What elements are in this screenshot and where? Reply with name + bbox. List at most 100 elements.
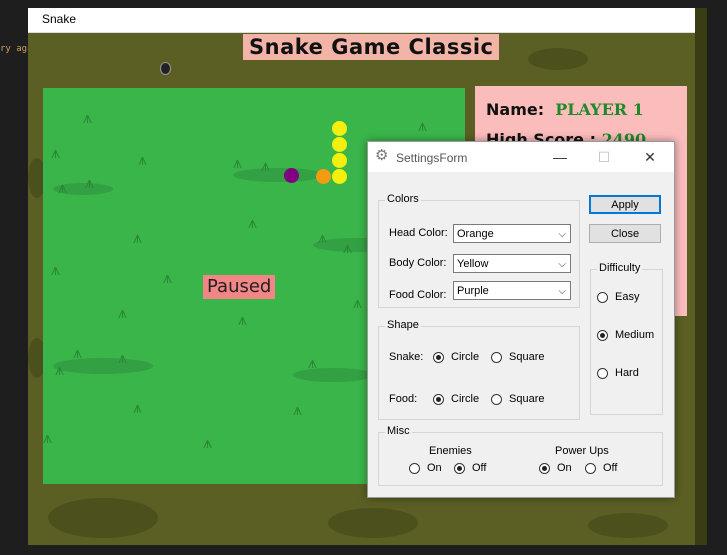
maximize-button[interactable]: ☐ [590,146,618,168]
grass-tuft: ⩚ [293,400,303,419]
difficulty-medium-label: Medium [615,329,655,341]
grass-tuft: ⩚ [118,348,128,367]
snake-shape-label: Snake: [389,351,424,363]
grass-tuft: ⩚ [85,173,95,192]
difficulty-hard-radio[interactable] [597,368,608,379]
snake-head [316,169,331,184]
name-label: Name: [486,100,545,119]
grass-tuft: ⩚ [133,398,143,417]
grass-tuft: ⩚ [343,238,353,257]
colors-group-label: Colors [385,193,421,205]
grass-tuft: ⩚ [138,150,148,169]
chevron-down-icon: ⌵ [558,229,566,240]
shape-group: Shape Snake: Circle Square Food: Circle … [378,319,580,420]
settings-dialog: ⚙ SettingsForm — ☐ ✕ Colors Head Color: … [367,141,675,498]
grass-tuft: ⩚ [308,353,318,372]
player-name: PLAYER 1 [555,100,644,119]
grass-tuft: ⩚ [83,108,93,127]
powerups-off-radio[interactable] [585,463,596,474]
grass-tuft: ⩚ [118,303,128,322]
grass-tuft: ⩚ [238,310,248,329]
grass-tuft: ⩚ [318,228,328,247]
paused-label: Paused [203,275,276,299]
enemies-off-radio[interactable] [454,463,465,474]
close-button[interactable]: Close [589,224,661,243]
grass-shadow [293,368,373,382]
rock-sprite [160,62,171,75]
grass-tuft: ⩚ [233,153,243,172]
misc-group: Misc Enemies On Off Power Ups On Off [378,425,663,486]
snake-body-segment [332,153,347,168]
grass-tuft: ⩚ [418,116,428,135]
grass-tuft: ⩚ [58,178,68,197]
snake-circle-label: Circle [451,351,480,363]
body-color-select[interactable]: Yellow ⌵ [453,254,571,273]
difficulty-group-label: Difficulty [597,262,643,274]
grass-tuft: ⩚ [248,213,258,232]
game-title: Snake Game Classic [243,34,500,60]
grass-tuft: ⩚ [73,343,83,362]
powerups-on-label: On [557,462,572,474]
grass-shadow [53,358,153,374]
grass-tuft: ⩚ [133,228,143,247]
grass-tuft: ⩚ [55,360,65,379]
settings-titlebar[interactable]: ⚙ SettingsForm — ☐ ✕ [368,142,674,172]
window-border [695,8,707,545]
window-titlebar[interactable]: Snake [28,8,695,33]
difficulty-easy-radio[interactable] [597,292,608,303]
enemies-on-label: On [427,462,442,474]
dirt-patch [588,513,668,538]
body-color-label: Body Color: [389,257,447,269]
difficulty-medium-radio[interactable] [597,330,608,341]
close-window-button[interactable]: ✕ [636,146,664,168]
grass-tuft: ⩚ [43,428,53,447]
difficulty-hard-label: Hard [615,367,639,379]
snake-square-radio[interactable] [491,352,502,363]
snake-square-label: Square [509,351,545,363]
grass-tuft: ⩚ [261,156,271,175]
food-circle-radio[interactable] [433,394,444,405]
colors-group: Colors Head Color: Orange ⌵ Body Color: … [378,193,580,308]
grass-tuft: ⩚ [51,143,61,162]
dirt-patch [328,508,418,538]
chevron-down-icon: ⌵ [558,286,566,297]
shape-group-label: Shape [385,319,421,331]
misc-group-label: Misc [385,425,412,437]
food-color-label: Food Color: [389,289,447,301]
grass-shadow [233,168,323,182]
window-title: Snake [42,12,77,26]
food-color-select[interactable]: Purple ⌵ [453,281,571,300]
name-row: Name: PLAYER 1 [486,100,644,119]
apply-button[interactable]: Apply [589,195,661,214]
dirt-patch [48,498,158,538]
chevron-down-icon: ⌵ [558,259,566,270]
snake-circle-radio[interactable] [433,352,444,363]
food-shape-label: Food: [389,393,418,405]
food-color-value: Purple [457,285,489,297]
head-color-value: Orange [457,228,494,240]
grass-tuft: ⩚ [163,268,173,287]
head-color-label: Head Color: [389,227,448,239]
snake-body-segment [332,121,347,136]
food-item [284,168,299,183]
powerups-off-label: Off [603,462,618,474]
food-square-label: Square [509,393,545,405]
snake-body-segment [332,137,347,152]
gear-icon: ⚙ [375,147,389,164]
powerups-on-radio[interactable] [539,463,550,474]
grass-tuft: ⩚ [51,260,61,279]
enemies-on-radio[interactable] [409,463,420,474]
grass-tuft: ⩚ [353,293,363,312]
minimize-button[interactable]: — [546,146,574,168]
snake-body-segment [332,169,347,184]
enemies-label: Enemies [429,445,472,457]
enemies-off-label: Off [472,462,487,474]
settings-title: SettingsForm [396,151,468,165]
difficulty-easy-label: Easy [615,291,640,303]
grass-tuft: ⩚ [203,433,213,452]
difficulty-group: Difficulty Easy Medium Hard [590,262,663,415]
powerups-label: Power Ups [555,445,609,457]
food-square-radio[interactable] [491,394,502,405]
body-color-value: Yellow [457,258,489,270]
head-color-select[interactable]: Orange ⌵ [453,224,571,243]
